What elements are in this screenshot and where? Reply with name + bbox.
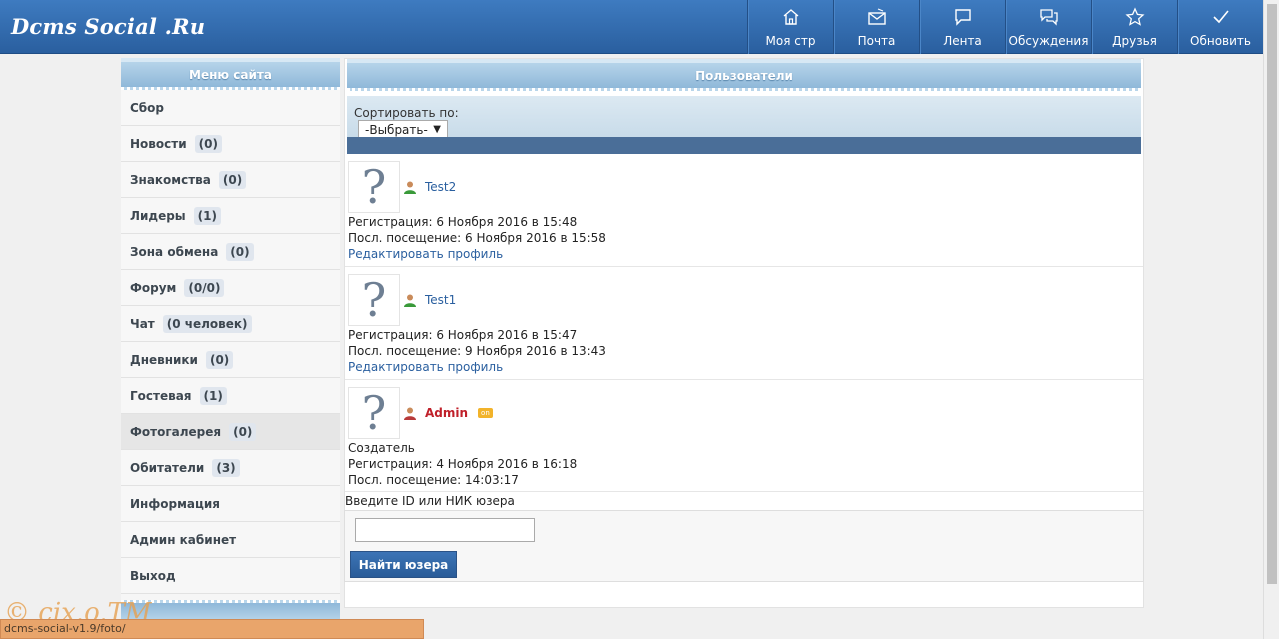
site-menu: Меню сайта Сбор Новости (0) Знакомства (0)… [121, 58, 340, 623]
count-badge: (1) [199, 386, 227, 405]
count-badge: (0) [226, 242, 254, 261]
user-name-row: Admin on [403, 387, 493, 439]
user-last-visit: Посл. посещение: 6 Ноября 2016 в 15:58 [348, 231, 606, 245]
sort-select-value: -Выбрать- [365, 123, 428, 137]
menu-item-guestbook[interactable]: Гостевая (1) [121, 378, 340, 414]
count-badge: (0) [229, 422, 257, 441]
menu-item-diaries[interactable]: Дневники (0) [121, 342, 340, 378]
menu-item-label: Форум [130, 280, 177, 295]
menu-item-residents[interactable]: Обитатели (3) [121, 450, 340, 486]
menu-item-admin[interactable]: Админ кабинет [121, 522, 340, 558]
user-registered: Регистрация: 4 Ноября 2016 в 16:18 [348, 457, 578, 471]
nav-discussions[interactable]: Обсуждения [1005, 0, 1091, 54]
menu-item-label: Знакомства [130, 172, 211, 187]
user-role: Создатель [348, 441, 415, 455]
user-name-row: Test1 [403, 274, 456, 326]
admin-name-link[interactable]: Admin [425, 406, 468, 420]
avatar[interactable]: ? [348, 386, 400, 440]
nav-feed[interactable]: Лента [919, 0, 1005, 54]
nav-my-page-label: Моя стр [765, 34, 816, 48]
menu-item-label: Зона обмена [130, 244, 219, 259]
menu-item-label: Обитатели [130, 460, 205, 475]
menu-item-label: Информация [130, 496, 220, 511]
menu-item-label: Гостевая [130, 388, 192, 403]
find-user-button[interactable]: Найти юзера [350, 551, 457, 578]
menu-item-chat[interactable]: Чат (0 человек) [121, 306, 340, 342]
nav-mail-label: Почта [857, 34, 896, 48]
edit-profile-link[interactable]: Редактировать профиль [348, 360, 503, 374]
scrollbar-thumb[interactable] [1267, 4, 1277, 584]
menu-item-photogallery[interactable]: Фотогалерея (0) [121, 414, 340, 450]
nav-friends[interactable]: Друзья [1091, 0, 1177, 54]
nav-refresh[interactable]: Обновить [1177, 0, 1263, 54]
site-logo[interactable]: Dcms Social .Ru [11, 14, 205, 39]
user-name-row: Test2 [403, 161, 456, 213]
user-last-visit: Посл. посещение: 9 Ноября 2016 в 13:43 [348, 344, 606, 358]
count-badge: (3) [212, 458, 240, 477]
user-name-link[interactable]: Test2 [425, 180, 456, 194]
menu-item-info[interactable]: Информация [121, 486, 340, 522]
menu-item-dating[interactable]: Знакомства (0) [121, 162, 340, 198]
menu-item-label: Фотогалерея [130, 424, 222, 439]
menu-item-leaders[interactable]: Лидеры (1) [121, 198, 340, 234]
users-panel-title: Пользователи [347, 59, 1141, 91]
count-badge: (0) [194, 134, 222, 153]
header-bar: Dcms Social .Ru Моя стр Почта Лента Обсу… [0, 0, 1263, 54]
search-input[interactable] [355, 518, 535, 542]
user-last-visit: Посл. посещение: 14:03:17 [348, 473, 519, 487]
top-nav: Моя стр Почта Лента Обсуждения Друзья Об… [747, 0, 1263, 54]
users-panel: Пользователи Сортировать по: -Выбрать- ▼… [344, 58, 1144, 608]
edit-profile-link[interactable]: Редактировать профиль [348, 247, 503, 261]
vertical-scrollbar[interactable] [1263, 0, 1279, 639]
count-badge: (0 человек) [162, 314, 252, 333]
count-badge: (1) [193, 206, 221, 225]
menu-item-label: Лидеры [130, 208, 186, 223]
user-registered: Регистрация: 6 Ноября 2016 в 15:48 [348, 215, 578, 229]
avatar[interactable]: ? [348, 160, 400, 214]
user-name-link[interactable]: Test1 [425, 293, 456, 307]
admin-user-icon [404, 407, 416, 420]
nav-refresh-label: Обновить [1190, 34, 1251, 48]
menu-item-label: Дневники [130, 352, 198, 367]
nav-mail[interactable]: Почта [833, 0, 919, 54]
menu-item-label: Админ кабинет [130, 532, 237, 547]
home-icon [783, 9, 798, 25]
user-row: ? Test1 Регистрация: 6 Ноября 2016 в 15:… [345, 267, 1143, 380]
menu-item-label: Сбор [130, 100, 165, 115]
search-label: Введите ID или НИК юзера [345, 494, 515, 508]
avatar[interactable]: ? [348, 273, 400, 327]
user-icon [404, 294, 416, 307]
menu-item-forum[interactable]: Форум (0/0) [121, 270, 340, 306]
nav-friends-label: Друзья [1112, 34, 1157, 48]
browser-status-bar: dcms-social-v1.9/foto/ [0, 619, 424, 639]
user-row: ? Test2 Регистрация: 6 Ноября 2016 в 15:… [345, 154, 1143, 267]
sort-box: Сортировать по: -Выбрать- ▼ [347, 96, 1141, 154]
search-box: Найти юзера [344, 510, 1144, 582]
discussion-icon [1039, 9, 1058, 26]
menu-item-label: Чат [130, 316, 155, 331]
user-row: ? Admin on Создатель Регистрация: 4 Нояб… [345, 380, 1143, 492]
check-icon [1212, 10, 1229, 24]
menu-item-label: Выход [130, 568, 176, 583]
menu-item-label: Новости [130, 136, 187, 151]
site-menu-title: Меню сайта [121, 58, 340, 90]
nav-my-page[interactable]: Моя стр [747, 0, 833, 54]
count-badge: (0) [205, 350, 234, 369]
menu-item-logout[interactable]: Выход [121, 558, 340, 594]
online-badge: on [478, 408, 493, 418]
nav-discussions-label: Обсуждения [1008, 34, 1089, 48]
sort-divider-bar [347, 137, 1141, 154]
menu-item-news[interactable]: Новости (0) [121, 126, 340, 162]
mail-icon [867, 8, 886, 25]
count-badge: (0) [218, 170, 247, 189]
sort-label: Сортировать по: [354, 106, 459, 120]
menu-item-collect[interactable]: Сбор [121, 90, 340, 126]
nav-feed-label: Лента [943, 34, 982, 48]
feed-icon [954, 9, 971, 26]
user-registered: Регистрация: 6 Ноября 2016 в 15:47 [348, 328, 578, 342]
user-icon [404, 181, 416, 194]
menu-item-exchange[interactable]: Зона обмена (0) [121, 234, 340, 270]
count-badge: (0/0) [184, 278, 225, 297]
star-icon [1124, 7, 1145, 26]
